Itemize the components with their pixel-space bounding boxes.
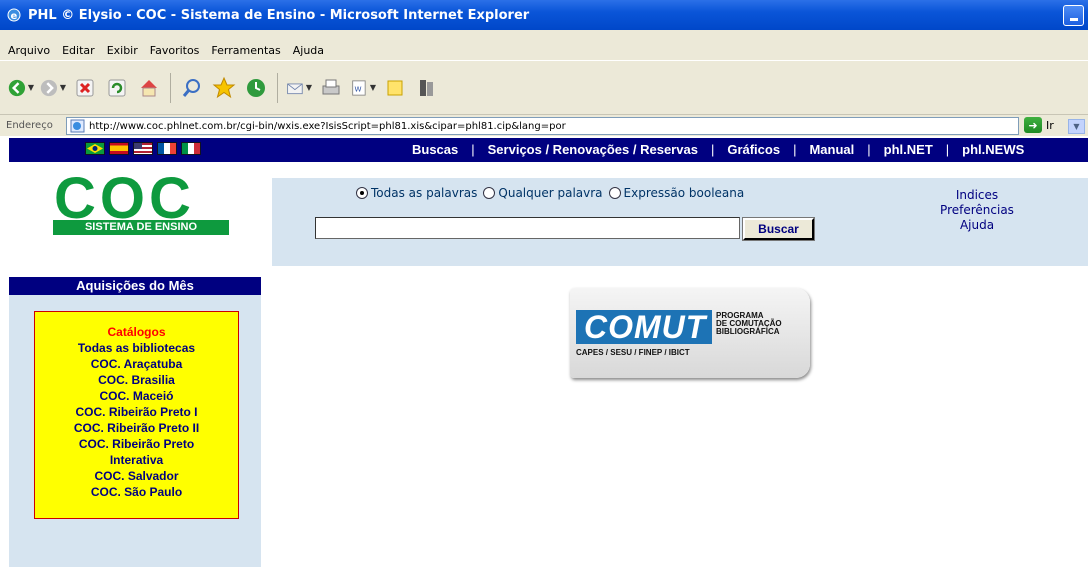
catalog-link[interactable]: COC. Ribeirão Preto II <box>35 420 238 436</box>
favorites-button[interactable] <box>211 75 237 101</box>
back-button[interactable]: ▼ <box>8 75 34 101</box>
mail-button[interactable]: ▼ <box>286 75 312 101</box>
forward-button[interactable]: ▼ <box>40 75 66 101</box>
print-button[interactable] <box>318 75 344 101</box>
forward-arrow-icon <box>40 79 58 96</box>
note-icon <box>387 80 403 95</box>
usa-flag-icon[interactable] <box>133 142 153 155</box>
history-icon <box>247 78 265 97</box>
search-side-links: Indices Preferências Ajuda <box>912 188 1042 233</box>
radio-qualquer-palavra[interactable]: Qualquer palavra <box>483 186 603 200</box>
comut-program-text: PROGRAMA DE COMUTAÇÃO BIBLIOGRÁFICA <box>716 311 782 336</box>
radio-empty-icon <box>608 187 621 199</box>
link-indices[interactable]: Indices <box>912 188 1042 203</box>
buscar-button[interactable]: Buscar <box>742 217 815 241</box>
window-title: PHL © Elysio - COC - Sistema de Ensino -… <box>28 7 530 23</box>
search-mode-options: Todas as palavras Qualquer palavra Expre… <box>356 186 744 200</box>
go-button[interactable]: ➜ Ir <box>1024 117 1054 133</box>
research-button[interactable] <box>414 75 440 101</box>
catalog-box: Catálogos Todas as bibliotecas COC. Araç… <box>34 311 239 519</box>
logo-subtitle: SISTEMA DE ENSINO <box>53 220 229 235</box>
spain-flag-icon[interactable] <box>109 142 129 155</box>
catalog-link[interactable]: COC. Maceió <box>35 388 238 404</box>
mail-icon <box>287 83 303 94</box>
search-input[interactable] <box>315 217 740 239</box>
search-icon <box>182 78 200 97</box>
stop-button[interactable] <box>72 75 98 101</box>
catalog-link[interactable]: Todas as bibliotecas <box>35 340 238 356</box>
acquisitions-header: Aquisições do Mês <box>9 277 261 295</box>
toolbar-separator <box>277 72 278 103</box>
radio-empty-icon <box>483 187 496 199</box>
radio-selected-icon <box>356 187 368 199</box>
toolbar-separator <box>170 72 171 103</box>
logo-area: COC SISTEMA DE ENSINO <box>9 162 261 277</box>
edit-button[interactable]: W ▼ <box>350 75 376 101</box>
printer-icon <box>322 79 340 94</box>
menu-editar[interactable]: Editar <box>56 44 101 57</box>
internet-explorer-icon: e <box>7 8 21 22</box>
menu-bar: Arquivo Editar Exibir Favoritos Ferramen… <box>0 40 1088 60</box>
menu-ajuda[interactable]: Ajuda <box>287 44 330 57</box>
menu-exibir[interactable]: Exibir <box>101 44 144 57</box>
go-label: Ir <box>1046 118 1054 132</box>
comut-subtitle: CAPES / SESU / FINEP / IBICT <box>576 348 690 357</box>
star-icon <box>212 76 236 98</box>
history-button[interactable] <box>243 75 269 101</box>
catalog-link[interactable]: COC. São Paulo <box>35 484 238 500</box>
window-titlebar: e PHL © Elysio - COC - Sistema de Ensino… <box>0 0 1088 30</box>
address-input[interactable]: http://www.coc.phlnet.com.br/cgi-bin/wxi… <box>66 117 1085 135</box>
search-panel: Todas as palavras Qualquer palavra Expre… <box>272 178 1088 266</box>
refresh-button[interactable] <box>104 75 130 101</box>
nav-phlnet[interactable]: phl.NET <box>871 142 946 157</box>
radio-expressao-booleana[interactable]: Expressão booleana <box>608 186 744 200</box>
link-ajuda[interactable]: Ajuda <box>912 218 1042 233</box>
catalog-link[interactable]: COC. Ribeirão Preto I <box>35 404 238 420</box>
nav-servicos[interactable]: Serviços / Renovações / Reservas <box>475 142 711 157</box>
nav-buscas[interactable]: Buscas <box>399 142 471 157</box>
catalog-link[interactable]: COC. Brasilia <box>35 372 238 388</box>
nav-phlnews[interactable]: phl.NEWS <box>949 142 1037 157</box>
comut-banner[interactable]: COMUT PROGRAMA DE COMUTAÇÃO BIBLIOGRÁFIC… <box>570 288 810 378</box>
catalog-link[interactable]: COC. Salvador <box>35 468 238 484</box>
stop-icon <box>76 79 94 96</box>
language-flags <box>85 142 201 155</box>
nav-graficos[interactable]: Gráficos <box>714 142 793 157</box>
home-icon <box>141 79 157 96</box>
address-dropdown-button[interactable]: ▼ <box>1068 119 1085 134</box>
italy-flag-icon[interactable] <box>181 142 201 155</box>
address-label: Endereço <box>6 120 53 131</box>
nav-links: Buscas | Serviços / Renovações / Reserva… <box>399 142 1037 157</box>
discuss-button[interactable] <box>382 75 408 101</box>
radio-todas-palavras[interactable]: Todas as palavras <box>356 186 477 200</box>
word-icon: W <box>352 79 366 96</box>
svg-text:e: e <box>11 11 18 22</box>
brazil-flag-icon[interactable] <box>85 142 105 155</box>
nav-manual[interactable]: Manual <box>796 142 867 157</box>
address-url: http://www.coc.phlnet.com.br/cgi-bin/wxi… <box>89 120 566 132</box>
site-navbar: Buscas | Serviços / Renovações / Reserva… <box>9 138 1088 162</box>
minimize-button[interactable] <box>1063 5 1084 26</box>
menu-arquivo[interactable]: Arquivo <box>2 44 56 57</box>
address-bar: Endereço http://www.coc.phlnet.com.br/cg… <box>0 114 1088 136</box>
menubar-band <box>0 30 1088 40</box>
research-icon <box>420 79 433 96</box>
comut-logo: COMUT <box>576 310 712 344</box>
left-sidebar: COC SISTEMA DE ENSINO Aquisições do Mês … <box>9 162 261 567</box>
menu-ferramentas[interactable]: Ferramentas <box>205 44 286 57</box>
refresh-icon <box>108 79 126 96</box>
home-button[interactable] <box>136 75 162 101</box>
catalog-title: Catálogos <box>107 325 166 339</box>
svg-text:W: W <box>354 84 361 93</box>
catalog-link[interactable]: COC. Araçatuba <box>35 356 238 372</box>
back-arrow-icon <box>8 79 26 96</box>
page-icon <box>70 119 85 133</box>
catalog-link[interactable]: COC. Ribeirão Preto Interativa <box>35 436 238 468</box>
link-preferencias[interactable]: Preferências <box>912 203 1042 218</box>
go-arrow-icon: ➜ <box>1024 117 1042 133</box>
france-flag-icon[interactable] <box>157 142 177 155</box>
search-button[interactable] <box>179 75 205 101</box>
menu-favoritos[interactable]: Favoritos <box>144 44 206 57</box>
browser-toolbar: ▼ ▼ ▼ W ▼ <box>0 60 1088 114</box>
